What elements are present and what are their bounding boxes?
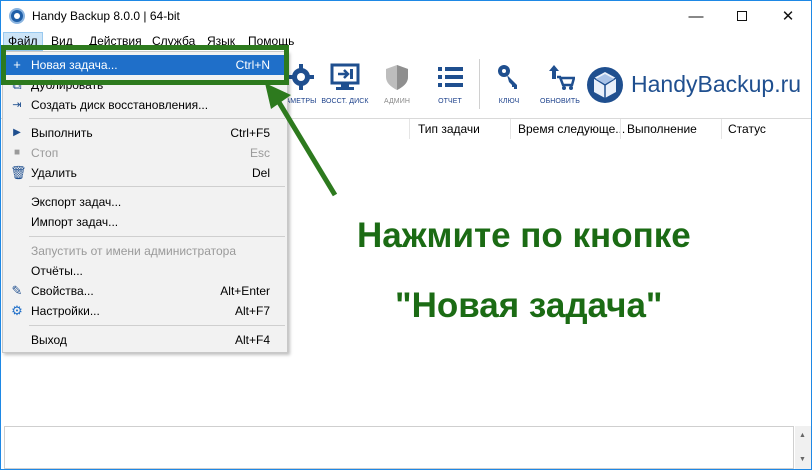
menu-item-exit[interactable]: Выход Alt+F4 <box>3 330 287 350</box>
menu-separator <box>29 236 285 237</box>
menu-item-settings[interactable]: ⚙ Настройки... Alt+F7 <box>3 301 287 321</box>
column-separator <box>721 119 722 139</box>
cube-logo-icon <box>587 67 623 103</box>
menu-item-shortcut: Alt+Enter <box>220 284 270 298</box>
toolbar-label: ОТЧЕТ <box>438 98 462 105</box>
pencil-icon: ✎ <box>11 283 23 298</box>
menu-separator <box>29 118 285 119</box>
toolbar-label: КЛЮЧ <box>498 98 520 105</box>
menu-item-import-tasks[interactable]: Импорт задач... <box>3 212 287 232</box>
column-task-type[interactable]: Тип задачи <box>418 122 480 136</box>
menu-item-stop: ■ Стоп Esc <box>3 143 287 163</box>
menu-item-label: Запустить от имени администратора <box>31 244 237 258</box>
menu-separator <box>29 325 285 326</box>
brand-logo: HandyBackup.ru <box>583 65 801 105</box>
title-bar: Handy Backup 8.0.0 | 64-bit — ✕ <box>1 1 811 32</box>
key-icon <box>498 65 517 89</box>
menu-item-label: Отчёты... <box>31 264 83 278</box>
scroll-down-icon[interactable]: ▼ <box>799 456 806 463</box>
menu-item-label: Свойства... <box>31 284 94 298</box>
menu-item-label: Стоп <box>31 146 59 160</box>
log-panel <box>4 426 794 469</box>
menu-separator <box>29 186 285 187</box>
menu-item-label: Выход <box>31 333 67 347</box>
menu-item-shortcut: Alt+F4 <box>234 333 270 347</box>
gear-icon <box>288 64 314 90</box>
column-status[interactable]: Статус <box>728 122 766 136</box>
column-execution[interactable]: Выполнение <box>627 122 697 136</box>
menu-item-create-recovery-disk[interactable]: ⇥ Создать диск восстановления... <box>3 95 287 115</box>
menu-item-run[interactable]: ▶ Выполнить Ctrl+F5 <box>3 123 287 143</box>
column-next-time[interactable]: Время следующе... <box>518 122 625 136</box>
settings-gear-icon: ⚙ <box>11 303 23 318</box>
task-list-header: Тип задачи Время следующе... Выполнение … <box>288 119 811 139</box>
app-window: Handy Backup 8.0.0 | 64-bit — ✕ Файл Вид… <box>0 0 812 470</box>
menu-item-label: Создать диск восстановления... <box>31 98 209 112</box>
column-separator <box>620 119 621 139</box>
menu-item-properties[interactable]: ✎ Свойства... Alt+Enter <box>3 281 287 301</box>
toolbar-label: ВОССТ. ДИСК <box>321 98 369 105</box>
maximize-button[interactable] <box>719 1 765 32</box>
toolbar-restore-disk-button[interactable]: ВОССТ. ДИСК <box>317 57 373 113</box>
window-title: Handy Backup 8.0.0 | 64-bit <box>32 9 180 23</box>
annotation-highlight-box <box>1 45 289 85</box>
menu-item-reports[interactable]: Отчёты... <box>3 261 287 281</box>
toolbar-key-button[interactable]: КЛЮЧ <box>481 57 537 113</box>
menu-item-label: Удалить <box>31 166 77 180</box>
stop-icon: ■ <box>13 147 21 158</box>
menu-item-label: Экспорт задач... <box>31 195 122 209</box>
menu-item-shortcut: Ctrl+F5 <box>230 126 270 140</box>
minimize-button[interactable]: — <box>673 1 719 32</box>
annotation-text-line1: Нажмите по кнопке <box>357 216 691 255</box>
toolbar-admin-button[interactable]: АДМИН <box>369 57 425 113</box>
restore-disk-icon <box>330 63 360 90</box>
toolbar-separator <box>479 59 480 109</box>
report-list-icon <box>438 67 463 87</box>
toolbar-label: ОБНОВИТЬ <box>540 98 580 105</box>
trash-icon: 🗑 <box>10 165 27 180</box>
maximize-icon <box>737 11 747 22</box>
menu-item-label: Импорт задач... <box>31 215 119 229</box>
menu-item-shortcut: Alt+F7 <box>234 304 270 318</box>
menu-item-shortcut: Del <box>251 166 270 180</box>
shield-icon <box>386 65 408 90</box>
toolbar-update-button[interactable]: ОБНОВИТЬ <box>532 57 588 113</box>
menu-item-shortcut: Esc <box>249 146 270 160</box>
menu-item-label: Выполнить <box>31 126 93 140</box>
menu-item-export-tasks[interactable]: Экспорт задач... <box>3 192 287 212</box>
scroll-up-icon[interactable]: ▲ <box>799 432 806 439</box>
close-button[interactable]: ✕ <box>765 1 811 32</box>
menu-item-label: Настройки... <box>31 304 100 318</box>
play-icon: ▶ <box>13 127 21 138</box>
log-scrollbar[interactable]: ▲ ▼ <box>795 426 811 469</box>
menu-item-run-as-admin: Запустить от имени администратора <box>3 241 287 261</box>
file-menu-dropdown: + Новая задача... Ctrl+N ⧉ Дублировать ⇥… <box>2 51 288 353</box>
annotation-text-line2: "Новая задача" <box>395 286 663 325</box>
menu-item-delete[interactable]: 🗑 Удалить Del <box>3 163 287 183</box>
app-logo-icon <box>9 8 25 24</box>
brand-text: HandyBackup.ru <box>631 71 802 97</box>
recovery-disk-icon: ⇥ <box>12 99 22 111</box>
column-separator <box>510 119 511 139</box>
toolbar-report-button[interactable]: ОТЧЕТ <box>422 57 478 113</box>
update-cart-icon <box>549 65 575 90</box>
column-separator <box>409 119 410 139</box>
toolbar-label: АДМИН <box>383 98 411 105</box>
